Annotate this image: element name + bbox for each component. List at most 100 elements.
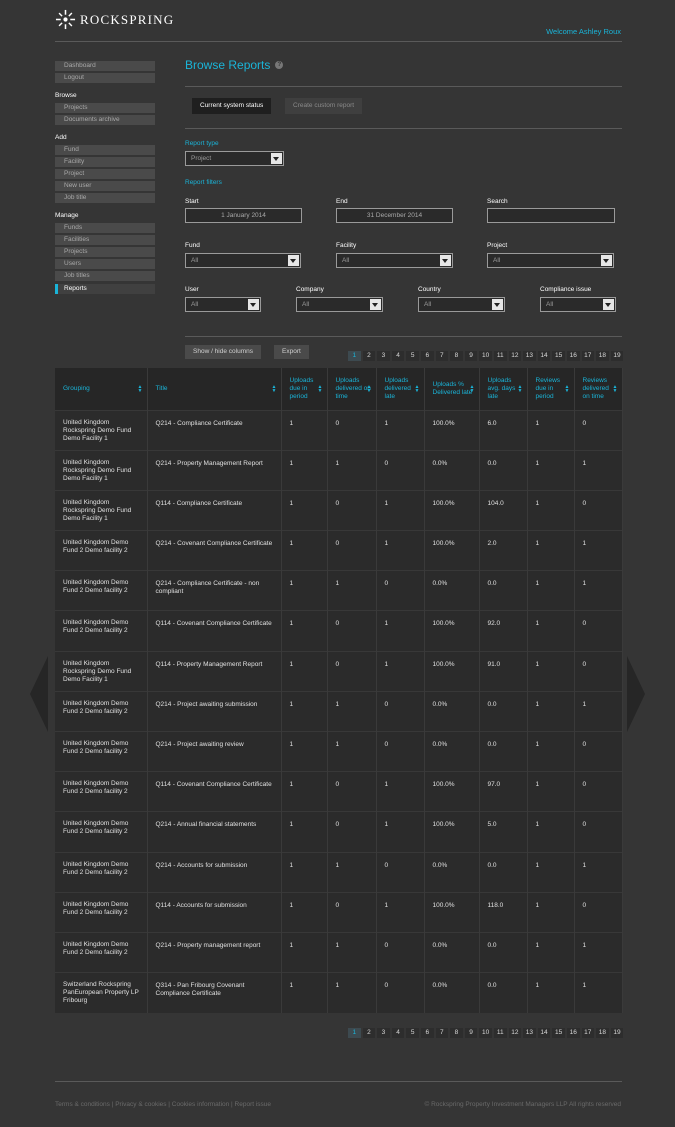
column-header[interactable]: Grouping ▲ ▼ xyxy=(55,368,148,410)
page-link[interactable]: 12 xyxy=(508,1028,522,1038)
page-link[interactable]: 19 xyxy=(610,351,624,361)
column-header[interactable]: Uploads % Delivered late ▲ ▼ xyxy=(424,368,480,410)
sidebar-item-reports[interactable]: Reports xyxy=(55,284,155,294)
sidebar-item-manage-projects[interactable]: Projects xyxy=(55,247,155,257)
show-hide-columns-button[interactable]: Show / hide columns xyxy=(185,345,261,359)
sidebar-item-job-title[interactable]: Job title xyxy=(55,193,155,203)
column-header[interactable]: Uploads delivered on time ▲ ▼ xyxy=(327,368,377,410)
welcome-message[interactable]: Welcome Ashley Roux xyxy=(546,27,621,36)
page-link[interactable]: 3 xyxy=(377,351,390,361)
sidebar-item-facilities[interactable]: Facilities xyxy=(55,235,155,245)
table-row[interactable]: United Kingdom Demo Fund 2 Demo facility… xyxy=(55,730,623,772)
page-link[interactable]: 10 xyxy=(479,1028,492,1038)
table-row[interactable]: United Kingdom Demo Fund 2 Demo facility… xyxy=(55,690,623,732)
sidebar-item-logout[interactable]: Logout xyxy=(55,73,155,83)
sort-icon[interactable]: ▲ ▼ xyxy=(367,384,372,393)
table-row[interactable]: United Kingdom Demo Fund 2 Demo facility… xyxy=(55,811,623,853)
sort-icon[interactable]: ▲ ▼ xyxy=(565,384,570,393)
export-button[interactable]: Export xyxy=(274,345,309,359)
page-link[interactable]: 13 xyxy=(523,1028,536,1038)
user-select[interactable]: All xyxy=(185,297,261,312)
page-link[interactable]: 5 xyxy=(406,1028,419,1038)
table-row[interactable]: United Kingdom Rockspring Demo Fund Demo… xyxy=(55,650,623,692)
page-link[interactable]: 9 xyxy=(464,1028,478,1038)
page-link[interactable]: 17 xyxy=(581,351,595,361)
page-link[interactable]: 8 xyxy=(450,351,463,361)
column-header[interactable]: Reviews delivered on time ▲ ▼ xyxy=(574,368,623,410)
table-row[interactable]: United Kingdom Demo Fund 2 Demo facility… xyxy=(55,851,623,893)
table-row[interactable]: United Kingdom Demo Fund 2 Demo facility… xyxy=(55,530,623,571)
tab-create-custom-report[interactable]: Create custom report xyxy=(285,98,363,114)
page-link[interactable]: 16 xyxy=(566,351,580,361)
table-row[interactable]: United Kingdom Demo Fund 2 Demo facility… xyxy=(55,891,623,933)
table-row[interactable]: United Kingdom Demo Fund 2 Demo facility… xyxy=(55,570,623,611)
page-link[interactable]: 12 xyxy=(508,351,522,361)
table-row[interactable]: United Kingdom Rockspring Demo Fund Demo… xyxy=(55,449,623,491)
table-row[interactable]: Switzerland Rockspring PanEuropean Prope… xyxy=(55,972,623,1013)
column-header[interactable]: Title ▲ ▼ xyxy=(147,368,282,410)
sort-icon[interactable]: ▲ ▼ xyxy=(318,384,323,393)
sort-icon[interactable]: ▲ ▼ xyxy=(138,384,143,393)
page-link[interactable]: 14 xyxy=(537,351,551,361)
table-row[interactable]: United Kingdom Rockspring Demo Fund Demo… xyxy=(55,489,623,531)
sidebar-item-add-fund[interactable]: Fund xyxy=(55,145,155,155)
sidebar-item-new-user[interactable]: New user xyxy=(55,181,155,191)
page-link[interactable]: 14 xyxy=(537,1028,551,1038)
page-link[interactable]: 19 xyxy=(610,1028,624,1038)
page-link[interactable]: 8 xyxy=(450,1028,463,1038)
logo[interactable]: ROCKSPRING xyxy=(55,9,174,30)
page-link[interactable]: 4 xyxy=(391,1028,405,1038)
page-link[interactable]: 9 xyxy=(464,351,478,361)
table-row[interactable]: United Kingdom Demo Fund 2 Demo facility… xyxy=(55,931,623,973)
sidebar-item-funds[interactable]: Funds xyxy=(55,223,155,233)
page-link[interactable]: 2 xyxy=(362,1028,376,1038)
table-row[interactable]: United Kingdom Demo Fund 2 Demo facility… xyxy=(55,610,623,652)
page-link[interactable]: 3 xyxy=(377,1028,390,1038)
sort-icon[interactable]: ▲ ▼ xyxy=(272,384,277,393)
end-date-input[interactable]: 31 December 2014 xyxy=(336,208,453,223)
page-link[interactable]: 4 xyxy=(391,351,405,361)
sidebar-item-job-titles[interactable]: Job titles xyxy=(55,271,155,281)
fund-select[interactable]: All xyxy=(185,253,301,268)
table-row[interactable]: United Kingdom Demo Fund 2 Demo facility… xyxy=(55,771,623,812)
page-link[interactable]: 17 xyxy=(581,1028,595,1038)
page-link[interactable]: 16 xyxy=(566,1028,580,1038)
sidebar-item-add-project[interactable]: Project xyxy=(55,169,155,179)
page-link[interactable]: 11 xyxy=(493,351,507,361)
facility-select[interactable]: All xyxy=(336,253,453,268)
sort-icon[interactable]: ▲ ▼ xyxy=(415,384,420,393)
column-header[interactable]: Reviews due in period ▲ ▼ xyxy=(527,368,575,410)
page-link[interactable]: 13 xyxy=(523,351,536,361)
sort-icon[interactable]: ▲ ▼ xyxy=(470,384,475,393)
start-date-input[interactable]: 1 January 2014 xyxy=(185,208,302,223)
page-link[interactable]: 18 xyxy=(596,1028,609,1038)
sidebar-item-add-facility[interactable]: Facility xyxy=(55,157,155,167)
column-header[interactable]: Uploads delivered late ▲ ▼ xyxy=(376,368,425,410)
tab-current-system-status[interactable]: Current system status xyxy=(192,98,272,114)
page-link[interactable]: 15 xyxy=(552,351,565,361)
page-link[interactable]: 1 xyxy=(348,351,361,361)
project-select[interactable]: All xyxy=(487,253,614,268)
sidebar-item-dashboard[interactable]: Dashboard xyxy=(55,61,155,71)
column-header[interactable]: Uploads due in period ▲ ▼ xyxy=(281,368,328,410)
table-row[interactable]: United Kingdom Rockspring Demo Fund Demo… xyxy=(55,409,623,451)
country-select[interactable]: All xyxy=(418,297,505,312)
page-link[interactable]: 2 xyxy=(362,351,376,361)
page-link[interactable]: 7 xyxy=(435,1028,449,1038)
column-header[interactable]: Uploads avg. days late ▲ ▼ xyxy=(479,368,528,410)
report-type-select[interactable]: Project xyxy=(185,151,284,166)
page-link[interactable]: 1 xyxy=(348,1028,361,1038)
page-link[interactable]: 6 xyxy=(420,351,434,361)
sort-icon[interactable]: ▲ ▼ xyxy=(613,384,618,393)
search-input[interactable] xyxy=(487,208,615,223)
help-icon[interactable]: ? xyxy=(275,61,284,69)
compliance-issue-select[interactable]: All xyxy=(540,297,616,312)
page-link[interactable]: 5 xyxy=(406,351,419,361)
page-link[interactable]: 7 xyxy=(435,351,449,361)
page-link[interactable]: 6 xyxy=(420,1028,434,1038)
page-link[interactable]: 11 xyxy=(493,1028,507,1038)
footer-links[interactable]: Terms & conditions | Privacy & cookies |… xyxy=(55,1101,271,1108)
sort-icon[interactable]: ▲ ▼ xyxy=(518,384,523,393)
chevron-right-icon[interactable] xyxy=(627,656,647,732)
page-link[interactable]: 18 xyxy=(596,351,609,361)
